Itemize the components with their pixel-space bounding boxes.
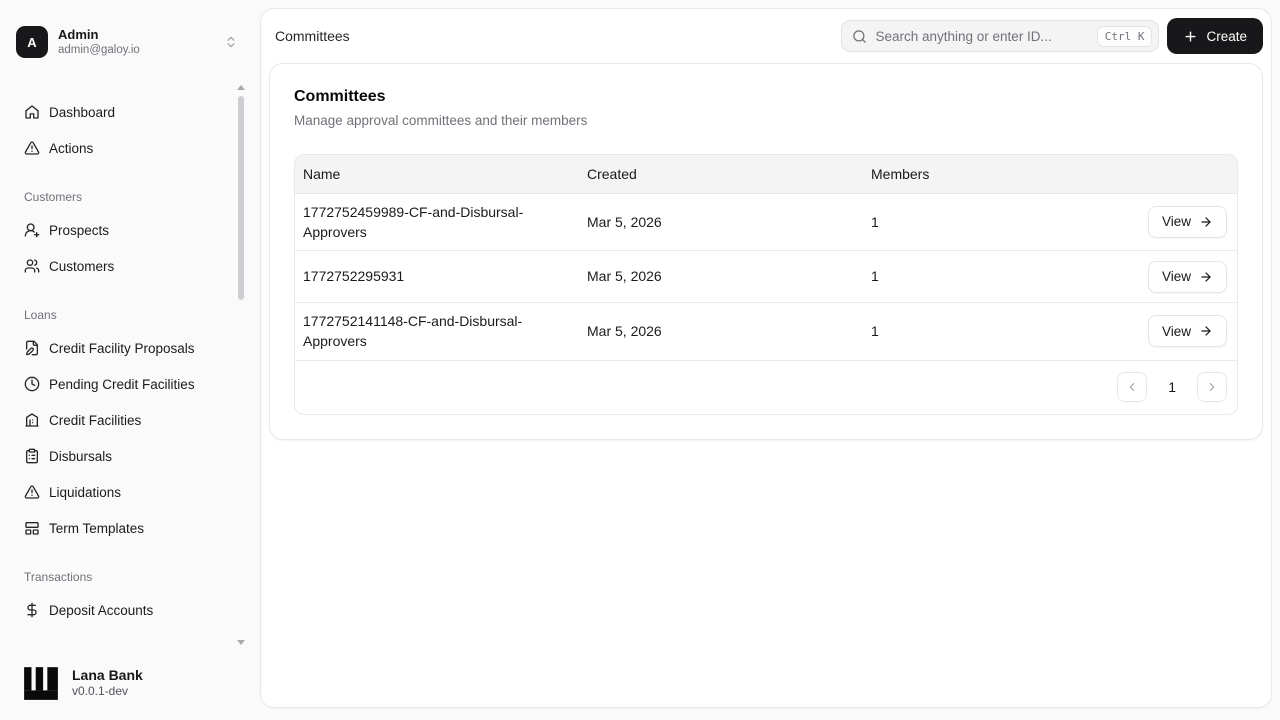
section-label-loans: Loans bbox=[24, 308, 57, 322]
breadcrumb: Committees bbox=[275, 28, 350, 44]
committee-members: 1 bbox=[863, 302, 1053, 360]
search-input[interactable] bbox=[875, 28, 1089, 44]
committees-card: Committees Manage approval committees an… bbox=[269, 63, 1263, 440]
sidebar-item-label: Dashboard bbox=[49, 104, 116, 120]
sidebar: A Admin admin@galoy.io Dashboard Actions… bbox=[0, 0, 260, 720]
brand-version: v0.0.1-dev bbox=[72, 684, 129, 699]
table-header-row: Name Created Members bbox=[295, 155, 1237, 193]
create-button[interactable]: Create bbox=[1167, 18, 1263, 54]
table-row: 1772752295931 Mar 5, 2026 1 View bbox=[295, 250, 1237, 303]
sidebar-item-label: Disbursals bbox=[49, 448, 113, 464]
sidebar-item-label: Term Templates bbox=[49, 520, 145, 536]
sidebar-item-label: Liquidations bbox=[49, 484, 122, 500]
search-box[interactable]: Ctrl K bbox=[841, 20, 1160, 52]
plus-icon bbox=[1183, 29, 1198, 44]
chevron-right-icon bbox=[1205, 380, 1219, 394]
user-name: Admin bbox=[58, 26, 99, 42]
sidebar-item-credit-facility-proposals[interactable]: Credit Facility Proposals bbox=[8, 330, 234, 366]
column-header-created: Created bbox=[579, 155, 863, 193]
view-button[interactable]: View bbox=[1147, 315, 1227, 348]
sidebar-item-credit-facilities[interactable]: Credit Facilities bbox=[8, 402, 234, 438]
next-page-button[interactable] bbox=[1197, 372, 1227, 403]
shortcut-badge: Ctrl K bbox=[1096, 25, 1153, 47]
file-pen-icon bbox=[24, 340, 40, 356]
user-email: admin@galoy.io bbox=[58, 43, 140, 56]
chevron-left-icon bbox=[1125, 380, 1139, 394]
committee-name: 1772752459989-CF-and-Disbursal-Approvers bbox=[295, 192, 579, 251]
committee-created: Mar 5, 2026 bbox=[579, 192, 863, 251]
clipboard-list-icon bbox=[24, 448, 40, 464]
sidebar-item-pending-credit-facilities[interactable]: Pending Credit Facilities bbox=[8, 366, 234, 402]
page-title: Committees bbox=[294, 88, 386, 105]
arrow-right-icon bbox=[1199, 324, 1213, 338]
view-button[interactable]: View bbox=[1147, 205, 1227, 238]
users-icon bbox=[24, 258, 40, 274]
column-header-actions bbox=[1053, 155, 1237, 193]
committee-name: 1772752141148-CF-and-Disbursal-Approvers bbox=[295, 302, 579, 360]
sidebar-item-label: Pending Credit Facilities bbox=[49, 376, 195, 392]
table-row: 1772752459989-CF-and-Disbursal-Approvers… bbox=[295, 192, 1237, 251]
sidebar-item-label: Deposit Accounts bbox=[49, 602, 154, 618]
user-menu[interactable]: A Admin admin@galoy.io bbox=[16, 20, 244, 64]
sidebar-nav: Dashboard Actions Customers Prospects Cu… bbox=[8, 94, 234, 628]
user-plus-icon bbox=[24, 222, 40, 238]
sidebar-item-deposit-accounts[interactable]: Deposit Accounts bbox=[8, 592, 234, 628]
table-row: 1772752141148-CF-and-Disbursal-Approvers… bbox=[295, 302, 1237, 360]
previous-page-button[interactable] bbox=[1117, 372, 1148, 403]
view-button[interactable]: View bbox=[1147, 260, 1227, 293]
topbar: Committees Ctrl K Create bbox=[261, 9, 1271, 63]
sidebar-scroll-down-arrow[interactable] bbox=[237, 640, 245, 645]
committee-created: Mar 5, 2026 bbox=[579, 302, 863, 360]
clock-icon bbox=[24, 376, 40, 392]
sidebar-item-label: Prospects bbox=[49, 222, 110, 238]
current-page-number: 1 bbox=[1168, 379, 1176, 396]
search-icon bbox=[852, 29, 867, 44]
sidebar-item-actions[interactable]: Actions bbox=[8, 130, 234, 166]
column-header-members: Members bbox=[863, 155, 1053, 193]
main-panel: Committees Ctrl K Create Committees Mana… bbox=[260, 8, 1272, 708]
sidebar-item-customers[interactable]: Customers bbox=[8, 248, 234, 284]
section-label-transactions: Transactions bbox=[24, 570, 93, 584]
committee-members: 1 bbox=[863, 192, 1053, 251]
sidebar-item-dashboard[interactable]: Dashboard bbox=[8, 94, 234, 130]
view-button-label: View bbox=[1161, 323, 1191, 339]
arrow-right-icon bbox=[1199, 270, 1213, 284]
brand-name: Lana Bank bbox=[72, 667, 143, 684]
sidebar-item-label: Credit Facilities bbox=[49, 412, 142, 428]
sidebar-item-label: Customers bbox=[49, 258, 115, 274]
column-header-name: Name bbox=[295, 155, 579, 193]
committee-name: 1772752295931 bbox=[295, 250, 579, 303]
sidebar-scroll-up-arrow[interactable] bbox=[237, 85, 245, 90]
view-button-label: View bbox=[1161, 269, 1191, 285]
sidebar-item-disbursals[interactable]: Disbursals bbox=[8, 438, 234, 474]
sidebar-item-term-templates[interactable]: Term Templates bbox=[8, 510, 234, 546]
sidebar-item-liquidations[interactable]: Liquidations bbox=[8, 474, 234, 510]
lana-bank-logo bbox=[22, 664, 60, 702]
create-button-label: Create bbox=[1206, 28, 1247, 44]
bank-icon bbox=[24, 412, 40, 428]
sidebar-item-label: Actions bbox=[49, 140, 94, 156]
chevrons-up-down-icon bbox=[224, 35, 238, 49]
committee-created: Mar 5, 2026 bbox=[579, 250, 863, 303]
home-icon bbox=[24, 104, 40, 120]
alert-triangle-icon bbox=[24, 484, 40, 500]
committee-members: 1 bbox=[863, 250, 1053, 303]
sidebar-scrollbar[interactable] bbox=[238, 96, 244, 300]
sidebar-footer: Lana Bank v0.0.1-dev bbox=[22, 664, 143, 702]
sidebar-item-label: Credit Facility Proposals bbox=[49, 340, 195, 356]
arrow-right-icon bbox=[1199, 215, 1213, 229]
layout-panel-icon bbox=[24, 520, 40, 536]
sidebar-item-prospects[interactable]: Prospects bbox=[8, 212, 234, 248]
content-area: Committees Manage approval committees an… bbox=[261, 63, 1271, 440]
committees-table: Name Created Members 1772752459989-CF-an… bbox=[294, 154, 1238, 415]
pagination: 1 bbox=[295, 359, 1237, 414]
view-button-label: View bbox=[1161, 214, 1191, 230]
section-label-customers: Customers bbox=[24, 190, 83, 204]
dollar-icon bbox=[24, 602, 40, 618]
alert-triangle-icon bbox=[24, 140, 40, 156]
page-subtitle: Manage approval committees and their mem… bbox=[294, 113, 588, 128]
avatar: A bbox=[16, 26, 48, 58]
